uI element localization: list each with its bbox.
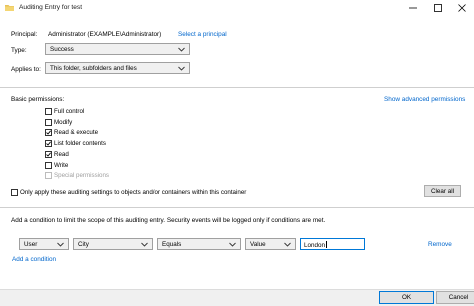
maximize-icon [434, 4, 442, 12]
divider [0, 207, 474, 208]
condition-operator-value: Equals [162, 241, 182, 248]
permission-checkbox-list-folder-contents[interactable] [45, 140, 52, 148]
condition-operator-dropdown[interactable]: Equals [157, 238, 241, 250]
permission-label-read-execute: Read & execute [54, 129, 99, 137]
folder-icon [5, 4, 14, 11]
only-apply-checkbox[interactable] [11, 189, 18, 196]
basic-permissions-heading: Basic permissions: [11, 96, 65, 103]
ok-button[interactable]: OK [379, 291, 434, 304]
principal-label: Principal: [11, 31, 38, 38]
checkmark-icon [46, 152, 51, 157]
permission-checkbox-full-control[interactable] [45, 108, 52, 115]
minimize-icon [409, 7, 417, 9]
condition-description: Add a condition to limit the scope of th… [11, 217, 326, 224]
permission-checkbox-special-permissions [45, 172, 52, 180]
condition-value-type-value: Value [250, 241, 266, 248]
checkmark-icon [46, 141, 51, 146]
title-bar: Auditing Entry for test [0, 0, 474, 16]
principal-value: Administrator (EXAMPLE\Administrator) [48, 31, 162, 38]
remove-condition-link[interactable]: Remove [428, 241, 452, 248]
type-label: Type: [11, 47, 27, 54]
checkmark-icon [46, 130, 51, 136]
condition-value-type-dropdown[interactable]: Value [245, 238, 296, 250]
permission-label-modify: Modify [54, 118, 73, 126]
chevron-down-icon [57, 242, 64, 247]
only-apply-label: Only apply these auditing settings to ob… [20, 189, 247, 196]
window-title: Auditing Entry for test [19, 4, 83, 11]
select-principal-link[interactable]: Select a principal [178, 31, 227, 38]
permission-checkbox-read[interactable] [45, 150, 52, 158]
chevron-down-icon [229, 242, 236, 247]
text-caret [326, 241, 328, 248]
permission-label-write: Write [54, 161, 69, 169]
chevron-down-icon [178, 47, 185, 52]
permission-label-list-folder-contents: List folder contents [54, 140, 106, 148]
chevron-down-icon [178, 66, 185, 71]
clear-all-button[interactable]: Clear all [424, 185, 461, 197]
chevron-down-icon [141, 242, 148, 247]
condition-source-dropdown[interactable]: User [19, 238, 69, 250]
maximize-button[interactable] [426, 0, 450, 16]
applies-to-dropdown-value: This folder, subfolders and files [50, 65, 137, 72]
cancel-button[interactable]: Cancel [436, 291, 474, 304]
condition-value-text: London [304, 242, 326, 249]
minimize-button[interactable] [401, 0, 425, 16]
permission-checkbox-read-execute[interactable] [45, 129, 52, 137]
chevron-down-icon [284, 242, 291, 247]
permission-label-read: Read [54, 150, 69, 158]
type-dropdown[interactable]: Success [45, 43, 190, 55]
close-icon [458, 4, 466, 12]
permission-checkbox-write[interactable] [45, 161, 52, 169]
applies-to-label: Applies to: [11, 66, 41, 73]
add-condition-link[interactable]: Add a condition [12, 256, 56, 263]
close-button[interactable] [450, 0, 474, 16]
divider [0, 87, 474, 88]
condition-attribute-value: City [78, 241, 89, 248]
condition-attribute-dropdown[interactable]: City [73, 238, 153, 250]
permission-checkbox-modify[interactable] [45, 118, 52, 126]
condition-source-value: User [24, 241, 38, 248]
applies-to-dropdown[interactable]: This folder, subfolders and files [45, 62, 190, 74]
condition-value-input[interactable]: London [300, 238, 365, 250]
show-advanced-permissions-link[interactable]: Show advanced permissions [384, 96, 465, 103]
permission-label-full-control: Full control [54, 108, 85, 115]
permission-label-special-permissions: Special permissions [54, 172, 110, 180]
type-dropdown-value: Success [50, 46, 74, 53]
